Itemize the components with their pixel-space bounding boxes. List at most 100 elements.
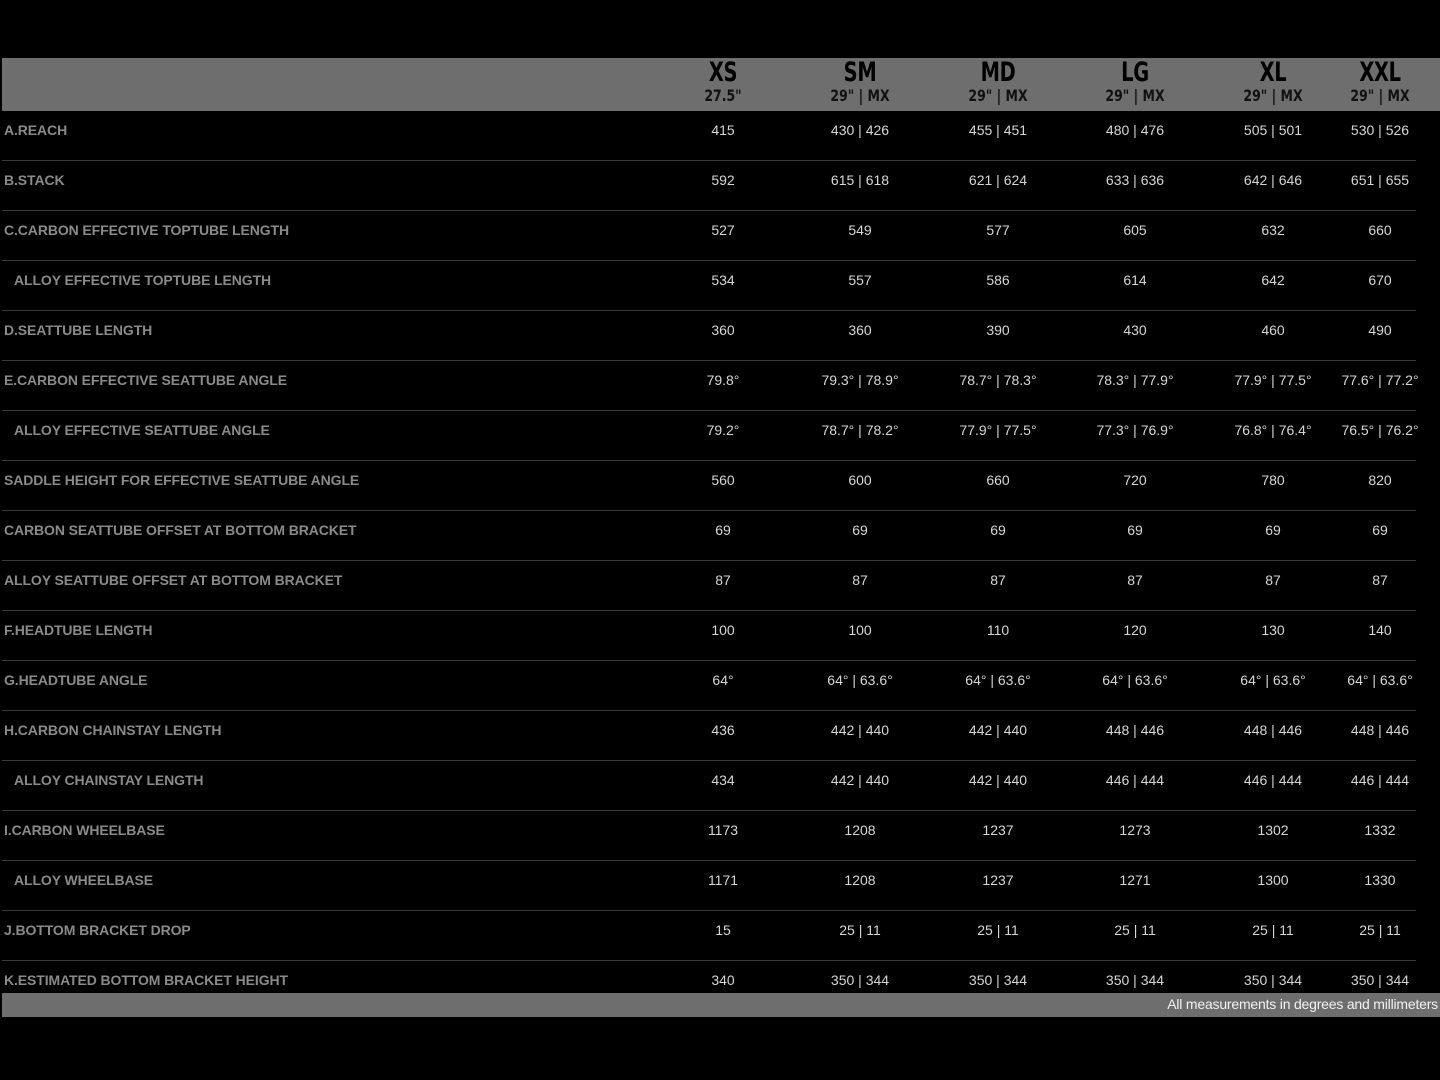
value-cell: 605 <box>1123 222 1147 238</box>
value-cell: 586 <box>986 272 1010 288</box>
size-name: XXL <box>1359 57 1401 88</box>
value-cell: 350 | 344 <box>830 972 890 988</box>
row-label: I.CARBON WHEELBASE <box>4 822 165 838</box>
value-cell: 651 | 655 <box>1350 172 1410 188</box>
row-label: C.CARBON EFFECTIVE TOPTUBE LENGTH <box>4 222 290 238</box>
value-cell: 1173 <box>707 822 739 838</box>
value-cell: 1171 <box>707 872 739 888</box>
value-cell: 25 | 11 <box>1114 922 1156 938</box>
value-cell: 77.9° | 77.5° <box>959 422 1037 438</box>
value-cell: 1237 <box>982 872 1014 888</box>
row-label: D.SEATTUBE LENGTH <box>4 322 153 338</box>
value-cell: 76.5° | 76.2° <box>1341 422 1419 438</box>
row-label: B.STACK <box>4 172 65 188</box>
value-cell: 446 | 444 <box>1105 772 1165 788</box>
value-cell: 360 <box>848 322 872 338</box>
value-cell: 820 <box>1368 472 1392 488</box>
value-cell: 87 <box>1127 572 1143 588</box>
value-cell: 87 <box>990 572 1006 588</box>
value-cell: 87 <box>715 572 731 588</box>
value-cell: 442 | 440 <box>968 722 1028 738</box>
value-cell: 430 <box>1123 322 1147 338</box>
value-cell: 592 <box>711 172 735 188</box>
size-column-header: LG 29" | MX <box>1075 58 1195 111</box>
value-cell: 1273 <box>1119 822 1151 838</box>
value-cell: 670 <box>1368 272 1392 288</box>
value-cell: 455 | 451 <box>968 122 1028 138</box>
value-cell: 25 | 11 <box>839 922 881 938</box>
value-cell: 69 <box>852 522 868 538</box>
value-cell: 1330 <box>1364 872 1396 888</box>
value-cell: 64° <box>712 672 734 688</box>
row-label: F.HEADTUBE LENGTH <box>4 622 153 638</box>
value-cell: 100 <box>848 622 872 638</box>
size-name: MD <box>980 57 1016 88</box>
size-column-header: MD 29" | MX <box>938 58 1058 111</box>
value-cell: 621 | 624 <box>968 172 1028 188</box>
value-cell: 577 <box>986 222 1010 238</box>
value-cell: 350 | 344 <box>1105 972 1165 988</box>
value-cell: 1208 <box>844 822 876 838</box>
geometry-table: A.REACH 415 430 | 426 455 | 451 480 | 476 505… <box>0 111 1440 1011</box>
wheel-size: 29" | MX <box>830 86 890 105</box>
table-row: ALLOY EFFECTIVE TOPTUBE LENGTH 534 557 586 6… <box>0 261 1440 311</box>
value-cell: 527 <box>711 222 735 238</box>
value-cell: 614 <box>1123 272 1147 288</box>
size-name: XL <box>1259 57 1287 88</box>
size-column-header: XXL 29" | MX <box>1320 58 1440 111</box>
table-row: I.CARBON WHEELBASE 1173 1208 1237 1273 1302 13… <box>0 811 1440 861</box>
value-cell: 69 <box>1372 522 1388 538</box>
value-cell: 360 <box>711 322 735 338</box>
value-cell: 720 <box>1123 472 1147 488</box>
value-cell: 446 | 444 <box>1350 772 1410 788</box>
value-cell: 77.3° | 76.9° <box>1096 422 1174 438</box>
table-row: ALLOY SEATTUBE OFFSET AT BOTTOM BRACKET 8… <box>0 561 1440 611</box>
value-cell: 1271 <box>1119 872 1151 888</box>
value-cell: 78.7° | 78.2° <box>821 422 899 438</box>
table-row: CARBON SEATTUBE OFFSET AT BOTTOM BRACKET… <box>0 511 1440 561</box>
size-name: XS <box>708 57 738 88</box>
table-row: E.CARBON EFFECTIVE SEATTUBE ANGLE 79.8° 79… <box>0 361 1440 411</box>
value-cell: 25 | 11 <box>977 922 1019 938</box>
table-row: A.REACH 415 430 | 426 455 | 451 480 | 476 505… <box>0 111 1440 161</box>
value-cell: 350 | 344 <box>1350 972 1410 988</box>
value-cell: 600 <box>848 472 872 488</box>
value-cell: 350 | 344 <box>968 972 1028 988</box>
size-name: SM <box>843 57 877 88</box>
value-cell: 110 <box>986 622 1010 638</box>
row-label: CARBON SEATTUBE OFFSET AT BOTTOM BRACKET <box>4 522 357 538</box>
value-cell: 1237 <box>982 822 1014 838</box>
row-label: ALLOY SEATTUBE OFFSET AT BOTTOM BRACKET <box>4 572 343 588</box>
value-cell: 78.3° | 77.9° <box>1096 372 1174 388</box>
table-row: SADDLE HEIGHT FOR EFFECTIVE SEATTUBE ANG… <box>0 461 1440 511</box>
value-cell: 390 <box>986 322 1010 338</box>
value-cell: 79.2° <box>706 422 740 438</box>
value-cell: 100 <box>711 622 735 638</box>
value-cell: 660 <box>986 472 1010 488</box>
row-label: ALLOY EFFECTIVE SEATTUBE ANGLE <box>14 422 270 438</box>
footer-bar: All measurements in degrees and millimet… <box>2 993 1440 1017</box>
row-label: SADDLE HEIGHT FOR EFFECTIVE SEATTUBE ANG… <box>4 472 360 488</box>
value-cell: 557 <box>848 272 872 288</box>
wheel-size: 29" | MX <box>1243 86 1303 105</box>
value-cell: 530 | 526 <box>1350 122 1410 138</box>
row-label: A.REACH <box>4 122 68 138</box>
value-cell: 69 <box>1127 522 1143 538</box>
value-cell: 69 <box>990 522 1006 538</box>
value-cell: 430 | 426 <box>830 122 890 138</box>
wheel-size: 27.5" <box>704 86 742 105</box>
value-cell: 448 | 446 <box>1105 722 1165 738</box>
size-column-header: XS 27.5" <box>663 58 783 111</box>
value-cell: 415 <box>711 122 735 138</box>
value-cell: 1208 <box>844 872 876 888</box>
table-row: B.STACK 592 615 | 618 621 | 624 633 | 636 642… <box>0 161 1440 211</box>
row-label: ALLOY EFFECTIVE TOPTUBE LENGTH <box>14 272 272 288</box>
table-row: G.HEADTUBE ANGLE 64° 64° | 63.6° 64° | 63.6… <box>0 661 1440 711</box>
value-cell: 340 <box>711 972 735 988</box>
table-row: ALLOY EFFECTIVE SEATTUBE ANGLE 79.2° 78.7°… <box>0 411 1440 461</box>
table-row: ALLOY WHEELBASE 1171 1208 1237 1271 1300 1330 <box>0 861 1440 911</box>
wheel-size: 29" | MX <box>968 86 1028 105</box>
size-column-header: SM 29" | MX <box>800 58 920 111</box>
row-label: E.CARBON EFFECTIVE SEATTUBE ANGLE <box>4 372 287 388</box>
value-cell: 560 <box>711 472 735 488</box>
